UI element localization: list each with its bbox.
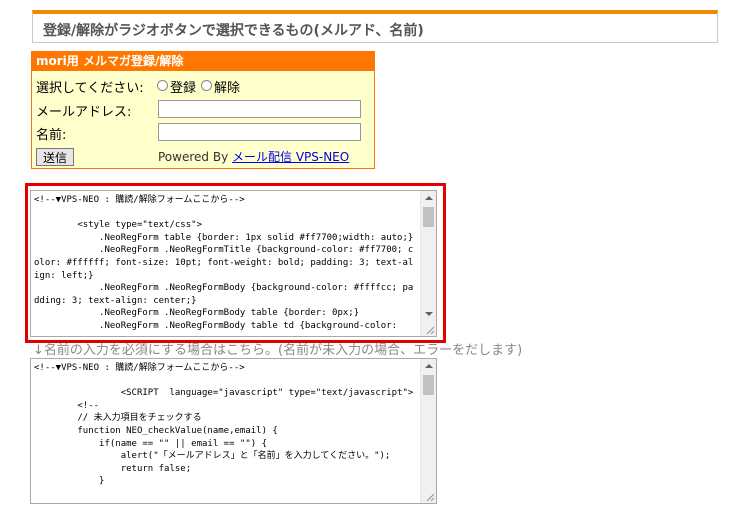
register-label[interactable]: 登録 <box>170 77 196 96</box>
scroll-down-icon[interactable] <box>425 312 433 316</box>
section-title: 登録/解除がラジオボタンで選択できるもの(メルアド、名前) <box>43 23 424 39</box>
required-name-note: ↓名前の入力を必須にする場合はこちら。(名前が未入力の場合、エラーをだします) <box>33 343 523 358</box>
vps-neo-link[interactable]: メール配信 VPS-NEO <box>232 150 349 164</box>
unregister-radio[interactable] <box>201 80 212 91</box>
email-field[interactable] <box>158 100 361 118</box>
code-textarea-1[interactable]: <!--▼VPS-NEO : 購読/解除フォームここから--> <style t… <box>30 190 437 337</box>
section-header: 登録/解除がラジオボタンで選択できるもの(メルアド、名前) <box>32 10 718 43</box>
scroll-thumb[interactable] <box>423 207 434 227</box>
scrollbar-1[interactable] <box>420 191 436 336</box>
powered-by-text: Powered By <box>158 150 229 164</box>
name-label: 名前: <box>36 128 67 143</box>
code-text-1: <!--▼VPS-NEO : 購読/解除フォームここから--> <style t… <box>34 195 414 331</box>
name-field[interactable] <box>158 123 361 141</box>
powered-by: Powered By メール配信 VPS-NEO <box>158 148 349 165</box>
code-text-2: <!--▼VPS-NEO : 購読/解除フォームここから--> <SCRIPT … <box>34 363 414 487</box>
register-radio[interactable] <box>157 80 168 91</box>
newsletter-form: mori用 メルマガ登録/解除 選択してください: 登録 解除 メールアドレス:… <box>31 51 375 169</box>
scroll-up-icon[interactable] <box>425 196 433 200</box>
email-label: メールアドレス: <box>36 105 132 120</box>
resize-grip-icon[interactable] <box>425 492 435 502</box>
code-textarea-2[interactable]: <!--▼VPS-NEO : 購読/解除フォームここから--> <SCRIPT … <box>30 358 437 504</box>
scroll-thumb[interactable] <box>423 375 434 395</box>
form-title: mori用 メルマガ登録/解除 <box>32 52 374 71</box>
resize-grip-icon[interactable] <box>425 325 435 335</box>
unregister-label[interactable]: 解除 <box>214 77 240 96</box>
scrollbar-2[interactable] <box>420 359 436 503</box>
submit-button[interactable]: 送信 <box>36 148 74 166</box>
scroll-up-icon[interactable] <box>425 364 433 368</box>
select-label: 選択してください: <box>36 81 144 96</box>
